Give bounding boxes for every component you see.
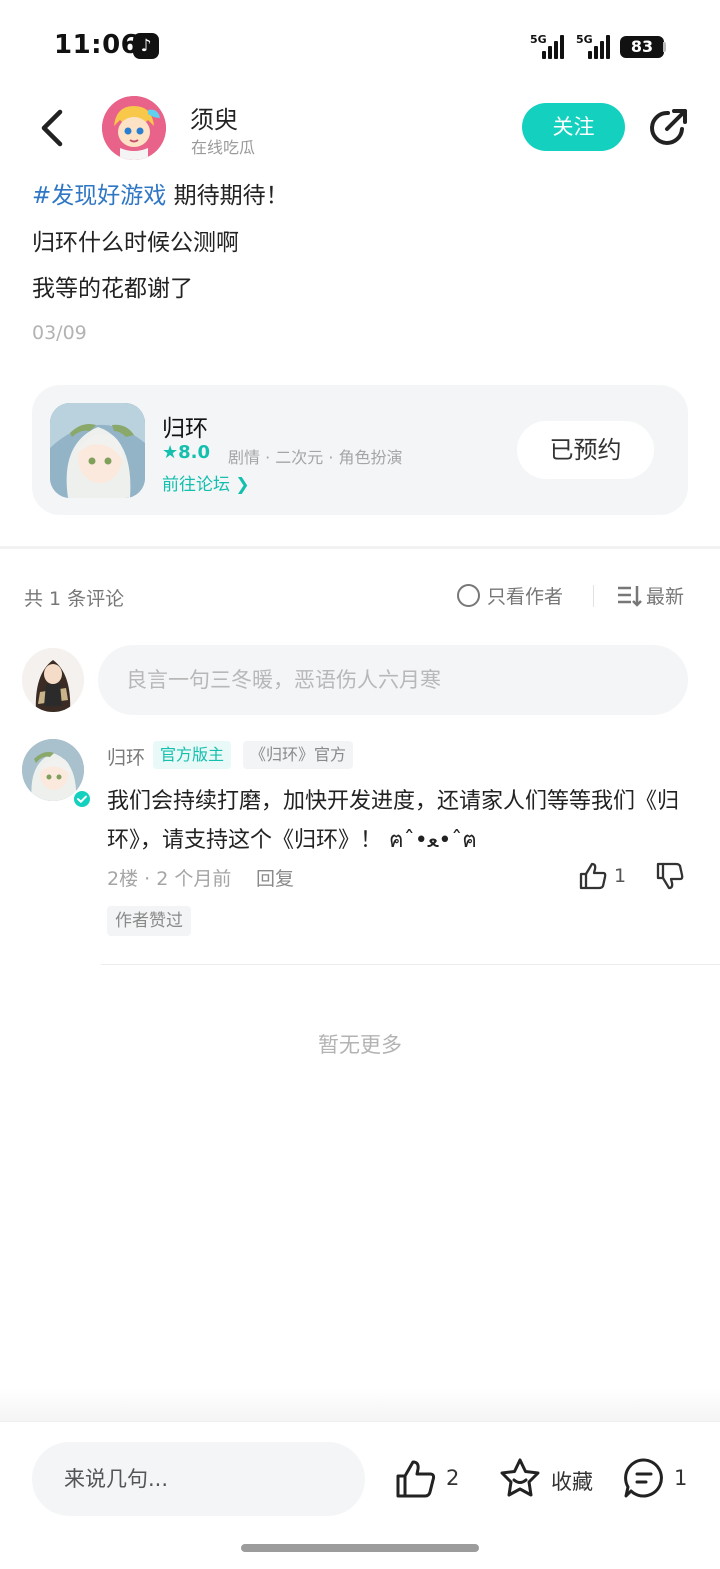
star-icon[interactable] xyxy=(498,1456,542,1500)
thumbs-down-icon[interactable] xyxy=(654,860,686,892)
favorite-button[interactable]: 收藏 xyxy=(551,1466,593,1496)
follow-button[interactable]: 关注 xyxy=(522,103,625,151)
reply-author[interactable]: 归环 xyxy=(107,743,145,770)
say-input[interactable] xyxy=(32,1442,365,1516)
game-score: ★8.0 xyxy=(162,442,211,463)
status-time: 11:06 xyxy=(54,30,140,60)
sort-icon xyxy=(618,586,642,607)
reply-text: 我们会持续打磨，加快开发进度，还请家人们等等我们《归环》，请支持这个《归环》！ … xyxy=(107,789,680,853)
official-badge: 《归环》官方 xyxy=(243,741,354,769)
reserved-button[interactable]: 已预约 xyxy=(517,421,654,479)
post-line: 归环什么时候公测啊 xyxy=(32,230,239,256)
thumbs-up-icon[interactable] xyxy=(394,1457,438,1501)
battery-icon: 83 xyxy=(620,36,664,58)
tiktok-icon: ♪ xyxy=(133,33,159,59)
game-icon[interactable] xyxy=(50,403,145,498)
user-avatar[interactable] xyxy=(102,96,166,160)
reply-meta: 2楼 · 2 个月前 xyxy=(107,868,232,890)
comment-icon[interactable] xyxy=(622,1456,666,1500)
radio-icon xyxy=(457,584,480,607)
divider xyxy=(593,585,594,607)
game-name[interactable]: 归环 xyxy=(162,409,208,443)
forum-link[interactable]: 前往论坛 ❯ xyxy=(162,470,250,495)
chevron-right-icon: ❯ xyxy=(235,475,250,495)
mod-badge: 官方版主 xyxy=(153,741,232,769)
comment-input[interactable] xyxy=(98,645,688,715)
signal-icon: 5G xyxy=(530,33,566,59)
user-name[interactable]: 须臾 xyxy=(190,100,238,135)
user-status: 在线吃瓜 xyxy=(191,138,256,157)
thumbs-up-icon[interactable] xyxy=(577,860,609,892)
post-like-count: 2 xyxy=(446,1466,460,1490)
section-divider xyxy=(0,546,720,549)
like-count: 1 xyxy=(614,865,627,887)
author-liked-badge: 作者赞过 xyxy=(107,906,191,936)
signal-icon: 5G xyxy=(576,33,612,59)
back-arrow-icon[interactable] xyxy=(34,106,74,150)
post-date: 03/09 xyxy=(32,322,87,344)
comment-count: 共 1 条评论 xyxy=(24,588,125,610)
battery-tip xyxy=(663,42,666,52)
post-line: 我等的花都谢了 xyxy=(32,276,193,302)
divider xyxy=(101,964,720,965)
post-comment-count: 1 xyxy=(674,1466,688,1490)
verified-icon xyxy=(72,789,92,809)
share-icon[interactable] xyxy=(646,106,690,150)
no-more-label: 暂无更多 xyxy=(318,1033,402,1057)
home-indicator[interactable] xyxy=(241,1544,479,1552)
game-tags: 剧情 · 二次元 · 角色扮演 xyxy=(228,448,403,467)
hashtag-link[interactable]: #发现好游戏 xyxy=(32,183,166,209)
post-line: #发现好游戏 期待期待！ xyxy=(32,183,289,209)
my-avatar xyxy=(22,648,84,712)
bottom-fade xyxy=(0,1388,720,1422)
reply-button[interactable]: 回复 xyxy=(256,864,294,891)
